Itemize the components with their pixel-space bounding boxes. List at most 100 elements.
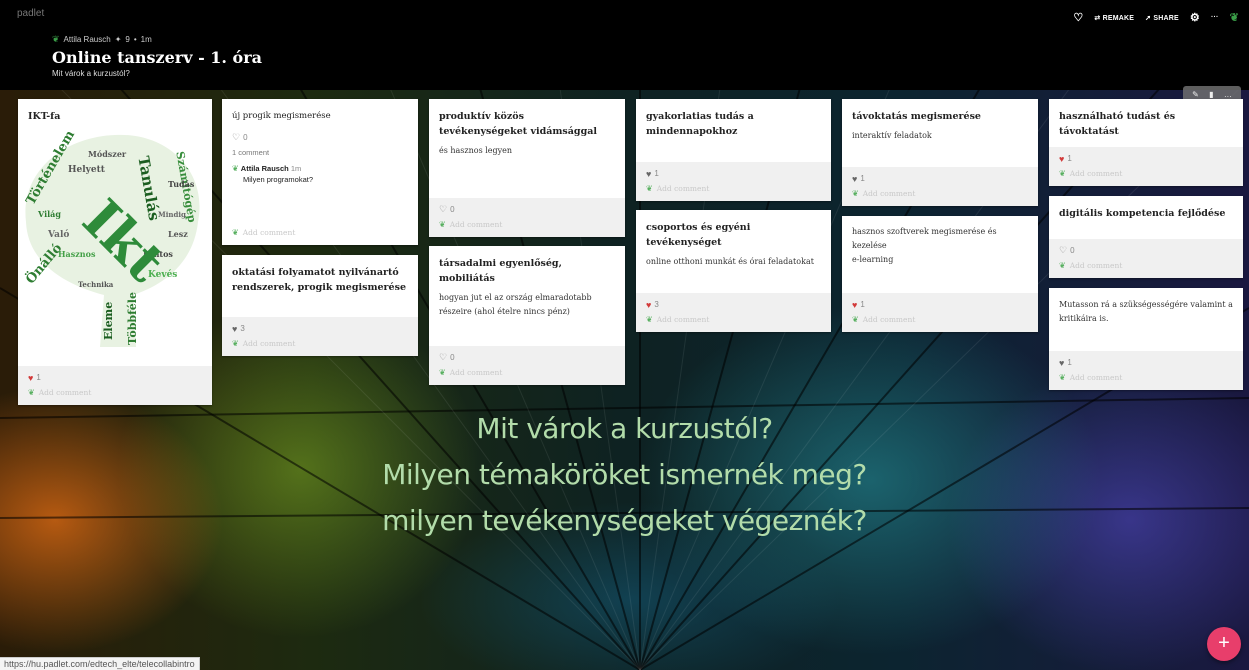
like-button[interactable]: ♡ 0	[222, 124, 418, 142]
add-comment-label: Add comment	[862, 315, 916, 324]
leaf-icon: ❦	[232, 164, 239, 173]
add-comment[interactable]: ❦ Add comment	[636, 311, 831, 332]
board-age: 1m	[140, 35, 152, 44]
gear-icon[interactable]: ⚙	[1190, 11, 1200, 24]
comment-time: 1m	[290, 164, 302, 173]
post-card-gyakorlatias[interactable]: gyakorlatias tudás a mindennapokhoz ♥ 1 ❦…	[636, 99, 831, 201]
share-label: SHARE	[1153, 14, 1179, 22]
like-button[interactable]: ♡ 0	[1049, 239, 1243, 257]
wordcloud-word: Tudás	[168, 179, 195, 189]
add-comment-label: Add comment	[1069, 169, 1123, 178]
post-card-digitalis[interactable]: digitális kompetencia fejlődése ♡ 0 ❦ Add …	[1049, 196, 1243, 278]
post-footer: ♥ 1 ❦ Add comment	[636, 162, 831, 201]
post-footer: ♡ 0 ❦ Add comment	[429, 346, 625, 385]
like-button[interactable]: ♥ 1	[1049, 351, 1243, 369]
like-button[interactable]: ♥ 1	[18, 366, 212, 384]
post-title: társadalmi egyenlőség, mobiliátás	[439, 258, 562, 284]
status-bar-url: https://hu.padlet.com/edtech_elte/teleco…	[0, 657, 200, 670]
comment-item: ❦ Attila Rausch 1m Milyen programokat?	[222, 157, 418, 185]
like-button[interactable]: ♥ 1	[636, 162, 831, 180]
share-button[interactable]: ➚ SHARE	[1145, 14, 1179, 22]
like-count: 1	[860, 174, 865, 183]
like-button[interactable]: ♥ 1	[842, 293, 1038, 311]
wordcloud-word: Többféle	[126, 292, 139, 345]
post-card-hasznos-szoftverek[interactable]: hasznos szoftverek megismerése és kezelé…	[842, 216, 1038, 332]
add-post-button[interactable]: +	[1207, 627, 1241, 661]
add-comment[interactable]: ❦ Add comment	[18, 384, 212, 405]
remake-button[interactable]: ⇄ REMAKE	[1094, 14, 1134, 22]
add-comment-label: Add comment	[449, 368, 503, 377]
add-comment[interactable]: ❦ Add comment	[429, 216, 625, 237]
like-button[interactable]: ♥ 1	[842, 167, 1038, 185]
like-button[interactable]: ♡ 0	[429, 198, 625, 216]
post-footer: ♡ 0 ❦ Add comment	[1049, 239, 1243, 278]
trash-icon[interactable]: ▮	[1209, 90, 1213, 99]
heart-outline-icon: ♡	[232, 131, 241, 142]
add-comment[interactable]: ❦ Add comment	[222, 224, 418, 245]
wordcloud-word: Való	[47, 229, 69, 240]
post-body-line2: e-learning	[852, 255, 894, 264]
heart-outline-icon: ♡	[1059, 245, 1068, 255]
like-count: 1	[654, 169, 659, 178]
heart-outline-icon[interactable]: ♡	[1073, 11, 1083, 24]
post-title: csoportos és egyéni tevékenységet	[646, 222, 751, 248]
heart-outline-icon: ♡	[439, 352, 448, 362]
like-button[interactable]: ♡ 0	[429, 346, 625, 364]
like-button[interactable]: ♥ 3	[222, 317, 418, 335]
like-button[interactable]: ♥ 1	[1049, 147, 1243, 165]
author-name[interactable]: Attila Rausch	[64, 35, 111, 44]
add-comment-label: Add comment	[656, 184, 710, 193]
board-header: padlet ❦ Attila Rausch ✦ 9 • 1m Online t…	[0, 0, 1249, 90]
post-footer: ♥ 1 ❦ Add comment	[18, 366, 212, 405]
add-comment[interactable]: ❦ Add comment	[222, 335, 418, 356]
like-count: 1	[36, 373, 41, 382]
post-card-uj-progik[interactable]: új progik megismerése ♡ 0 1 comment ❦ Att…	[222, 99, 418, 245]
wordcloud-word: Mindig	[158, 210, 186, 219]
ikt-wordcloud-tree-image: Történelem Tanulás Számítógép Önálló Ele…	[22, 128, 200, 347]
add-comment[interactable]: ❦ Add comment	[842, 311, 1038, 332]
add-comment-label: Add comment	[449, 220, 503, 229]
wordcloud-word: Technika	[78, 280, 114, 289]
post-count: 9	[125, 35, 130, 44]
like-button[interactable]: ♥ 3	[636, 293, 831, 311]
user-avatar-leaf-icon[interactable]: ❦	[1230, 11, 1239, 24]
more-options-icon[interactable]: ···	[1211, 14, 1219, 21]
post-card-hasznalhato[interactable]: használható tudást és távoktatást ♥ 1 ❦ Ad…	[1049, 99, 1243, 186]
add-comment-label: Add comment	[242, 228, 296, 237]
post-card-tavoktatas[interactable]: távoktatás megismerése interaktív felada…	[842, 99, 1038, 206]
more-icon[interactable]: …	[1224, 90, 1232, 99]
post-title: új progik megismerése	[232, 111, 331, 121]
post-body: interaktív feladatok	[852, 131, 932, 140]
add-comment[interactable]: ❦ Add comment	[429, 364, 625, 385]
heart-icon: ♥	[646, 299, 652, 310]
leaf-icon: ❦	[28, 388, 35, 397]
post-body: és hasznos legyen	[439, 146, 513, 155]
post-footer: ♥ 1 ❦ Add comment	[1049, 147, 1243, 186]
comment-count[interactable]: 1 comment	[222, 142, 418, 157]
post-card-mutasson[interactable]: Mutasson rá a szükségességére valamint a…	[1049, 288, 1243, 390]
add-comment[interactable]: ❦ Add comment	[1049, 165, 1243, 186]
leaf-icon: ❦	[646, 315, 653, 324]
pencil-icon[interactable]: ✎	[1192, 90, 1199, 99]
post-card-tarsadalmi[interactable]: társadalmi egyenlőség, mobiliátás hogyan…	[429, 246, 625, 385]
wordcloud-word: Helyett	[68, 165, 106, 175]
add-comment[interactable]: ❦ Add comment	[1049, 257, 1243, 278]
post-card-oktatasi[interactable]: oktatási folyamatot nyilvánartó rendszer…	[222, 255, 418, 356]
post-title: távoktatás megismerése	[852, 111, 981, 122]
add-comment-label: Add comment	[38, 388, 92, 397]
post-card-csoportos[interactable]: csoportos és egyéni tevékenységet online…	[636, 210, 831, 332]
add-comment[interactable]: ❦ Add comment	[636, 180, 831, 201]
padlet-logo[interactable]: padlet	[17, 8, 44, 19]
post-card-produktiv[interactable]: produktív közös tevékenységeket vidámság…	[429, 99, 625, 237]
leaf-icon: ❦	[1059, 261, 1066, 270]
heart-icon: ♥	[232, 323, 238, 334]
wordcloud-word: Módszer	[88, 149, 127, 159]
post-body: hasznos szoftverek megismerése és kezelé…	[852, 227, 997, 250]
add-comment[interactable]: ❦ Add comment	[842, 185, 1038, 206]
wordcloud-word: Eleme	[102, 302, 115, 340]
separator-dot: •	[133, 35, 137, 44]
post-card-ikt-fa[interactable]: IKT-fa Történelem Tanulás Számítógép Öná…	[18, 99, 212, 405]
post-title: produktív közös tevékenységeket vidámság…	[439, 111, 597, 137]
post-body: Mutasson rá a szükségességére valamint a…	[1059, 300, 1233, 323]
add-comment[interactable]: ❦ Add comment	[1049, 369, 1243, 390]
